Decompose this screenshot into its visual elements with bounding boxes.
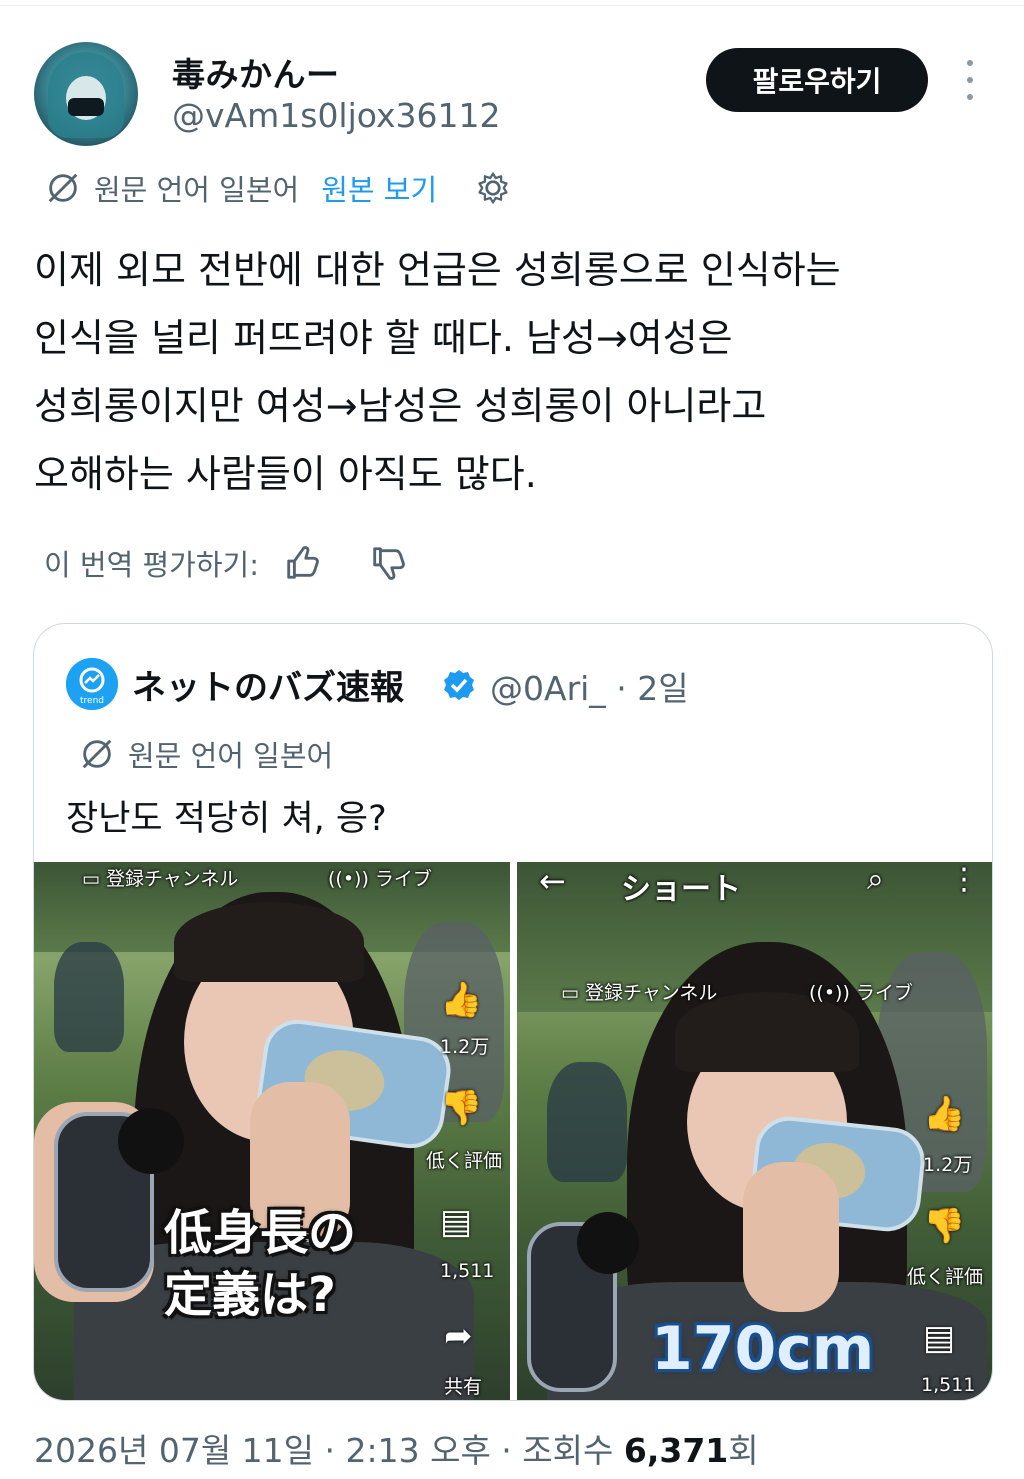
quoted-tweet-card[interactable]: trend ネットのバズ速報 @0Ari_ · 2일 원문 언어 일본어 장난도… (33, 623, 993, 1401)
quoted-author-name[interactable]: ネットのバズ速報 (132, 660, 404, 709)
tab-subscribed-label: 登録チャンネル (106, 868, 239, 890)
show-original-link[interactable]: 원본 보기 (321, 167, 437, 209)
comment-icon[interactable]: ▤ (440, 1202, 472, 1242)
follow-button[interactable]: 팔로우하기 (706, 48, 928, 112)
tab-live[interactable]: ((•)) ライブ (328, 864, 432, 891)
gear-icon[interactable] (475, 170, 511, 206)
comment-count: 1,511 (440, 1260, 495, 1282)
like-count: 1.2万 (923, 1154, 973, 1176)
media-image-right[interactable]: ← ショート ⌕ ⋮ ▭ 登録チャンネル ((•)) ライブ 👍 1.2万 👎 … (517, 862, 992, 1400)
dislike-label: 低く評価 (907, 1266, 984, 1288)
translation-bar: 원문 언어 일본어 원본 보기 (44, 166, 511, 210)
tweet-line: 인식을 널리 퍼뜨려야 할 때다. 남성→여성은 (34, 316, 733, 360)
avatar-label: trend (80, 696, 104, 706)
verified-badge-icon (444, 670, 474, 700)
author-display-name[interactable]: 毒みかんー (172, 48, 340, 96)
shorts-header-title: ショート (621, 872, 741, 907)
tab-live[interactable]: ((•)) ライブ (809, 978, 913, 1005)
more-icon[interactable] (958, 60, 982, 100)
tweet-meta: 2026년 07월 11일 · 2:13 오후 · 조회수 6,371회 (34, 1424, 759, 1472)
tweet-line: 성희롱이지만 여성→남성은 성희롱이 아니라고 (34, 384, 767, 428)
top-divider (0, 0, 1024, 6)
quoted-author-avatar[interactable]: trend (66, 658, 118, 710)
tab-live-label: ライブ (374, 868, 432, 890)
tab-subscribed-label: 登録チャンネル (585, 982, 718, 1004)
kebab-menu-icon[interactable]: ⋮ (949, 862, 979, 897)
caption-line-2: 定義は? (164, 1267, 336, 1323)
trend-logo-icon: trend (66, 658, 118, 710)
search-icon[interactable]: ⌕ (867, 862, 884, 897)
like-icon[interactable]: 👍 (440, 980, 482, 1020)
share-label: 共有 (444, 1376, 483, 1398)
source-language-label: 원문 언어 일본어 (94, 173, 300, 207)
like-count: 1.2万 (440, 1036, 490, 1058)
dislike-icon[interactable]: 👎 (440, 1088, 482, 1128)
rate-translation-label: 이 번역 평가하기: (44, 548, 259, 582)
like-icon[interactable]: 👍 (923, 1094, 965, 1134)
caption-line-1: 低身長の (164, 1205, 357, 1261)
share-icon[interactable]: ➦ (444, 1316, 473, 1356)
tweet-line: 오해하는 사람들이 아직도 많다. (34, 452, 537, 496)
tab-subscribed[interactable]: ▭ 登録チャンネル (561, 978, 717, 1005)
back-arrow-icon[interactable]: ← (539, 862, 566, 900)
tweet-line: 이제 외모 전반에 대한 언급은 성희롱으로 인식하는 (34, 248, 841, 292)
quoted-handle-time: @0Ari_ · 2일 (490, 669, 689, 708)
height-caption: 170cm (651, 1314, 875, 1384)
quoted-source-language: 원문 언어 일본어 (128, 739, 334, 773)
author-avatar[interactable] (34, 42, 138, 146)
translate-icon (82, 739, 112, 769)
tweet-text: 이제 외모 전반에 대한 언급은 성희롱으로 인식하는 인식을 널리 퍼뜨려야 … (34, 236, 994, 508)
quoted-translation-bar: 원문 언어 일본어 (78, 732, 333, 776)
tab-subscribed[interactable]: ▭ 登録チャンネル (82, 864, 238, 891)
tab-live-label: ライブ (855, 982, 913, 1004)
tweet-datetime[interactable]: 2026년 07월 11일 · 2:13 오후 · 조회수 (34, 1431, 624, 1470)
thumbs-down-icon[interactable] (369, 544, 407, 582)
author-handle[interactable]: @vAm1s0ljox36112 (172, 96, 500, 135)
comment-icon[interactable]: ▤ (923, 1318, 955, 1358)
quoted-tweet-text: 장난도 적당히 쳐, 응? (66, 799, 387, 839)
view-count: 6,371 (623, 1431, 729, 1470)
view-count-suffix: 회 (728, 1431, 759, 1470)
dislike-label: 低く評価 (426, 1150, 503, 1172)
comment-count: 1,511 (921, 1374, 976, 1396)
dislike-icon[interactable]: 👎 (923, 1206, 965, 1246)
translate-icon (48, 173, 78, 203)
media-image-left[interactable]: ▭ 登録チャンネル ((•)) ライブ 👍 1.2万 👎 低く評価 ▤ 1,51… (34, 862, 510, 1400)
thumbs-up-icon[interactable] (283, 544, 321, 582)
rate-translation-row: 이 번역 평가하기: (44, 538, 407, 588)
